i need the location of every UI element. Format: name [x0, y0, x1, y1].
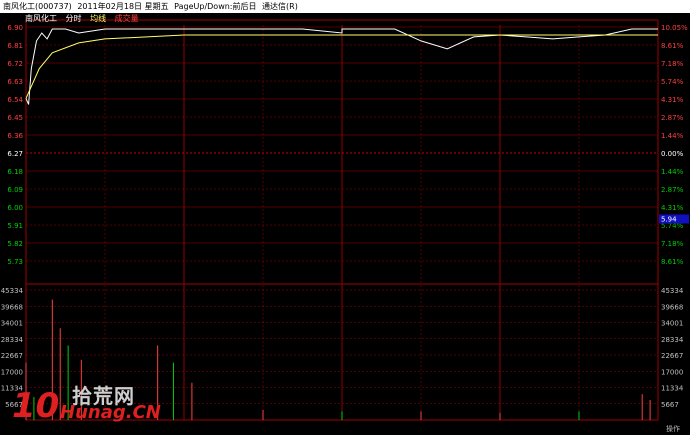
legend-price-line[interactable]: 分时: [66, 14, 82, 23]
price-tick-label: 6.00: [7, 204, 23, 212]
volume-tick-label-left: 45334: [1, 287, 24, 295]
price-tick-label: 6.81: [7, 42, 23, 50]
volume-tick-label-right: 5667: [661, 401, 679, 409]
price-tick-label: 6.27: [7, 150, 23, 158]
pct-tick-label: 2.87%: [661, 186, 684, 194]
volume-tick-label-left: 22667: [1, 352, 23, 360]
chart-legend: 南风化工 分时 均线 成交量: [25, 13, 145, 24]
volume-tick-label-right: 39668: [661, 303, 683, 311]
volume-tick-label-left: 34001: [1, 320, 23, 328]
pct-tick-label: 4.31%: [661, 204, 684, 212]
pct-tick-label: 8.61%: [661, 258, 684, 266]
price-tick-label: 5.73: [7, 258, 23, 266]
price-tick-label: 6.72: [7, 60, 23, 68]
pct-tick-label: 1.44%: [661, 132, 684, 140]
intraday-chart[interactable]: 6.90 10.05% 6.81 8.61% 6.72 7.18% 6.63 5.74% 6.5…: [0, 0, 690, 435]
pct-tick-label: 0.00%: [661, 150, 684, 158]
pct-tick-label: 8.61%: [661, 42, 684, 50]
watermark-bottom: Hunag.CN: [60, 402, 161, 423]
pct-tick-label: 10.05%: [661, 24, 688, 32]
price-tick-label: 6.09: [7, 186, 23, 194]
current-price-label: 5.94: [661, 215, 677, 223]
volume-tick-label-right: 17000: [661, 368, 683, 376]
volume-tick-label-right: 45334: [661, 287, 684, 295]
pct-tick-label: 7.18%: [661, 60, 684, 68]
legend-volume[interactable]: 成交量: [115, 14, 139, 23]
legend-stock-name: 南风化工: [25, 14, 57, 23]
price-tick-label: 5.91: [7, 222, 23, 230]
price-tick-label: 6.90: [7, 24, 23, 32]
volume-tick-label-left: 17000: [1, 368, 23, 376]
operate-button[interactable]: 操作: [666, 425, 680, 434]
volume-tick-label-right: 34001: [661, 320, 683, 328]
volume-tick-label-right: 28334: [661, 336, 684, 344]
pct-tick-label: 2.87%: [661, 114, 684, 122]
legend-avg-line[interactable]: 均线: [90, 14, 106, 23]
pct-tick-label: 5.74%: [661, 78, 684, 86]
price-tick-label: 6.54: [7, 96, 23, 104]
watermark-ten: 10: [12, 386, 60, 426]
volume-tick-label-right: 11334: [661, 385, 684, 393]
pct-tick-label: 1.44%: [661, 168, 684, 176]
volume-tick-label-left: 28334: [1, 336, 24, 344]
pct-tick-label: 7.18%: [661, 240, 684, 248]
volume-tick-label-left: 39668: [1, 303, 23, 311]
price-tick-label: 6.36: [7, 132, 23, 140]
pct-tick-label: 4.31%: [661, 96, 684, 104]
price-tick-label: 5.82: [7, 240, 23, 248]
price-tick-label: 6.18: [7, 168, 23, 176]
watermark-logo: 10 拾荒网 Hunag.CN: [12, 378, 161, 426]
price-tick-label: 6.63: [7, 78, 23, 86]
price-tick-label: 6.45: [7, 114, 23, 122]
volume-tick-label-right: 22667: [661, 352, 683, 360]
